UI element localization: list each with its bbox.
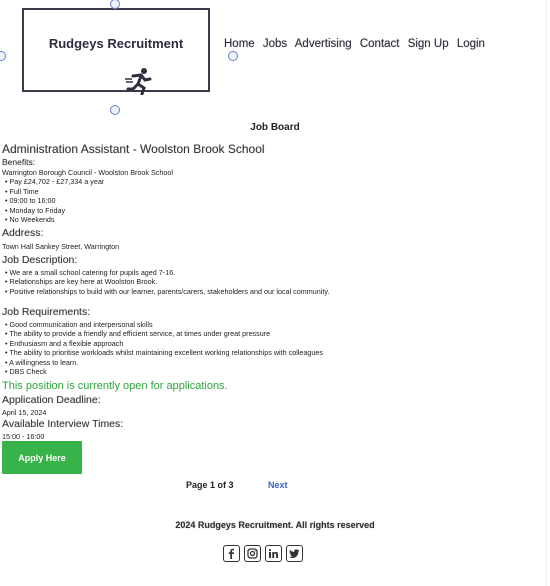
instagram-icon[interactable]: [244, 545, 261, 562]
address-heading: Address:: [2, 227, 44, 240]
list-item: We are a small school catering for pupil…: [5, 268, 547, 277]
description-heading: Job Description:: [2, 253, 78, 266]
list-item: Relationships are key here at Woolston B…: [5, 277, 547, 286]
runner-icon: [125, 68, 152, 95]
page-indicator: Page 1 of 3: [186, 480, 234, 490]
list-item: Enthusiasm and a flexible approach: [5, 339, 547, 348]
twitter-icon[interactable]: [286, 545, 303, 562]
nav-contact[interactable]: Contact: [360, 38, 400, 50]
main-nav: Home Jobs Advertising Contact Sign Up Lo…: [224, 38, 490, 50]
social-links: [223, 545, 303, 562]
site-header: Rudgeys Recruitment Home Jobs Advertisin…: [0, 0, 550, 115]
page-title: Job Board: [250, 122, 300, 133]
status-message: This position is currently open for appl…: [2, 379, 228, 392]
list-item: The ability to provide a friendly and ef…: [5, 329, 547, 338]
deadline-heading: Application Deadline:: [2, 393, 101, 406]
job-title: Administration Assistant - Woolston Broo…: [2, 142, 265, 156]
list-item: The ability to prioritise workloads whil…: [5, 348, 547, 357]
list-item: DBS Check: [5, 367, 547, 376]
nav-jobs[interactable]: Jobs: [263, 38, 287, 50]
interview-heading: Available Interview Times:: [2, 417, 124, 430]
list-item: Positive relationships to build with our…: [5, 287, 547, 296]
next-page-link[interactable]: Next: [268, 480, 288, 490]
nav-sign-up[interactable]: Sign Up: [408, 38, 449, 50]
description-list: We are a small school catering for pupil…: [2, 268, 547, 296]
apply-button[interactable]: Apply Here: [2, 441, 82, 474]
logo-box: Rudgeys Recruitment: [22, 8, 210, 95]
deadline-value: April 15, 2024: [2, 407, 47, 417]
logo[interactable]: Rudgeys Recruitment: [0, 0, 238, 115]
facebook-icon[interactable]: [223, 545, 240, 562]
nav-login[interactable]: Login: [457, 38, 485, 50]
list-item: A willingness to learn.: [5, 358, 547, 367]
resize-handle-right[interactable]: [228, 51, 238, 61]
list-item: Full Time: [5, 187, 547, 196]
resize-handle-left[interactable]: [0, 51, 6, 61]
pagination: Page 1 of 3 Next: [186, 480, 288, 490]
logo-text: Rudgeys Recruitment: [48, 36, 184, 51]
list-item: Monday to Friday: [5, 206, 547, 215]
job-listing: Administration Assistant - Woolston Broo…: [2, 142, 547, 441]
resize-handle-bottom[interactable]: [110, 105, 120, 115]
scrollbar-track[interactable]: [546, 0, 550, 586]
list-item: Pay £24,702 - £27,334 a year: [5, 177, 547, 186]
employer: Warrington Borough Council - Woolston Br…: [2, 168, 173, 177]
linkedin-icon[interactable]: [265, 545, 282, 562]
list-item: Good communication and interpersonal ski…: [5, 320, 547, 329]
requirements-heading: Job Requirements:: [2, 306, 91, 319]
nav-home[interactable]: Home: [224, 38, 255, 50]
benefits-heading: Benefits:: [2, 157, 36, 167]
footer-copyright: 2024 Rudgeys Recruitment. All rights res…: [175, 520, 375, 530]
benefits-list: Pay £24,702 - £27,334 a year Full Time 0…: [2, 177, 547, 224]
list-item: No Weekends: [5, 215, 547, 224]
requirements-list: Good communication and interpersonal ski…: [2, 320, 547, 376]
list-item: 09:00 to 16:00: [5, 196, 547, 205]
interview-value: 15:00 - 16:00: [2, 431, 45, 441]
address: Town Hall Sankey Street, Warrington: [2, 242, 120, 252]
nav-advertising[interactable]: Advertising: [295, 38, 352, 50]
